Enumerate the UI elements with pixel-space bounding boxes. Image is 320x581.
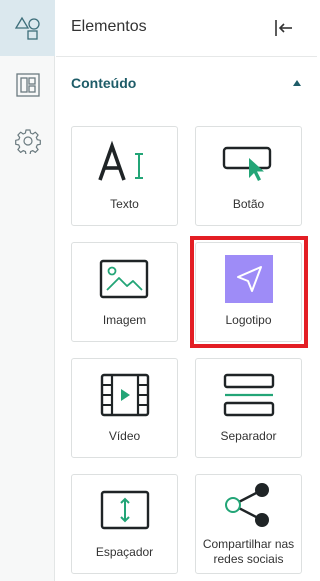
element-card-label: Logotipo (225, 313, 272, 327)
element-card-video[interactable]: Vídeo (71, 358, 178, 458)
element-card-image[interactable]: Imagem (71, 242, 178, 342)
element-card-label: Imagem (102, 313, 147, 327)
share-icon (224, 483, 269, 527)
element-card-label: Texto (110, 197, 139, 211)
panel-title: Elementos (71, 18, 147, 35)
collapse-left-icon (275, 20, 292, 36)
layout-icon (15, 73, 40, 97)
element-card-logo[interactable]: Logotipo (195, 242, 302, 342)
element-card-label: Separador (220, 429, 277, 443)
element-card-label: Vídeo (108, 429, 141, 443)
element-card-text[interactable]: Texto (71, 126, 178, 226)
video-icon (100, 373, 149, 417)
panel-header: Elementos (56, 0, 317, 57)
section-content-header[interactable]: Conteúdo (56, 58, 317, 110)
rail-item-settings[interactable] (0, 113, 55, 169)
rail-item-layout[interactable] (0, 57, 55, 113)
element-card-social-share[interactable]: Compartilhar nas redes sociais (195, 474, 302, 574)
element-card-label: Compartilhar nas redes sociais (202, 537, 295, 566)
element-card-separator[interactable]: Separador (195, 358, 302, 458)
caret-up-icon (293, 80, 301, 86)
logo-icon (224, 255, 273, 303)
spacer-icon (100, 490, 149, 530)
section-title: Conteúdo (71, 75, 137, 91)
element-card-label: Espaçador (95, 545, 154, 559)
element-card-label: Botão (232, 197, 265, 211)
collapse-panel-button[interactable] (273, 17, 295, 39)
side-rail (0, 0, 55, 581)
separator-icon (223, 373, 274, 417)
button-icon (222, 146, 271, 181)
element-card-spacer[interactable]: Espaçador (71, 474, 178, 574)
shapes-icon (14, 16, 40, 40)
rail-item-elements[interactable] (0, 0, 55, 56)
element-card-button[interactable]: Botão (195, 126, 302, 226)
text-icon (97, 140, 143, 181)
gear-icon (14, 129, 41, 154)
elements-panel: Elementos Conteúdo Texto Botão Imagem Lo… (56, 0, 317, 581)
image-icon (99, 259, 148, 299)
